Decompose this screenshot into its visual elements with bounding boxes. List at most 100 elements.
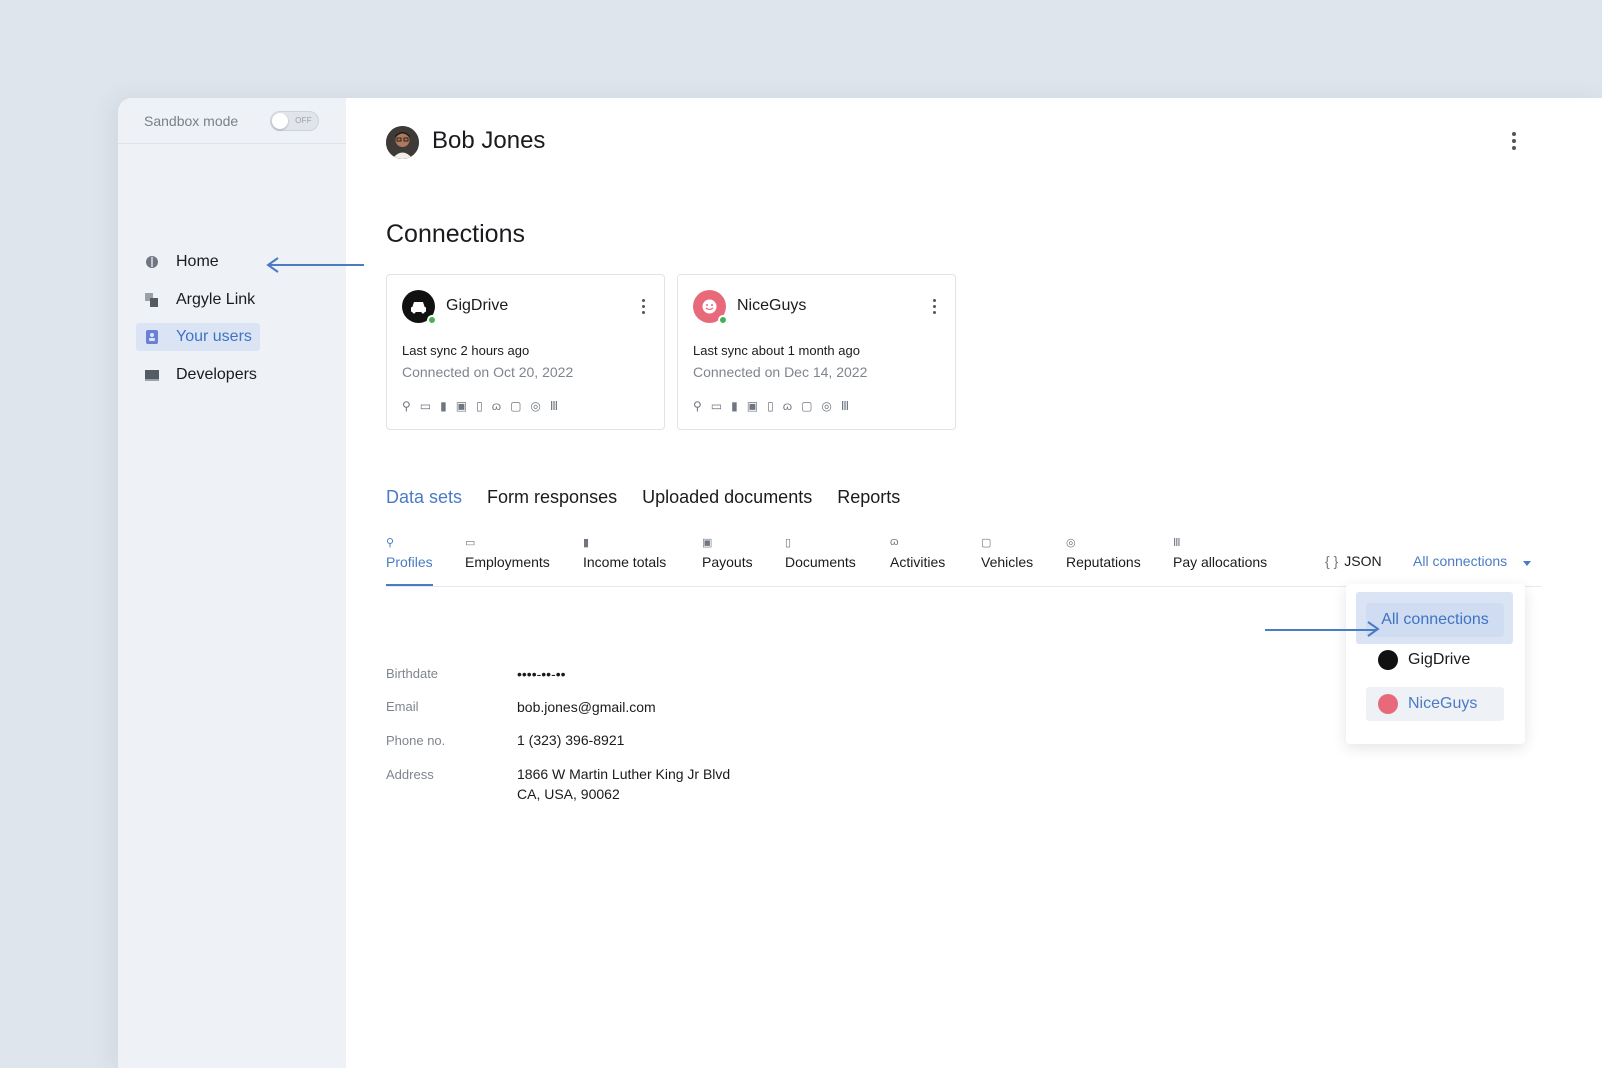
- dropdown-option-gigdrive[interactable]: GigDrive: [1366, 643, 1504, 677]
- tab-form-responses[interactable]: Form responses: [487, 487, 617, 508]
- tab-payouts[interactable]: ▣ Payouts: [702, 536, 753, 570]
- connection-filter-select[interactable]: All connections: [1413, 553, 1507, 569]
- sandbox-mode-label: Sandbox mode: [144, 112, 239, 129]
- field-label-email: Email: [386, 699, 419, 714]
- sandbox-toggle[interactable]: OFF: [270, 111, 319, 131]
- laptop-icon: [145, 370, 159, 381]
- connections-dropdown-menu: All connections GigDrive NiceGuys: [1346, 584, 1525, 744]
- connections-title: Connections: [386, 220, 525, 248]
- sidebar-item-label: Your users: [176, 328, 252, 345]
- bicycle-icon: ɷ: [782, 399, 793, 413]
- connection-name: NiceGuys: [737, 297, 807, 314]
- section-tabs: Data sets Form responses Uploaded docume…: [386, 487, 900, 508]
- card-menu-icon[interactable]: [933, 299, 937, 317]
- field-label-birthdate: Birthdate: [386, 666, 439, 681]
- sidebar-item-label: Argyle Link: [176, 291, 256, 308]
- last-sync-text: Last sync 2 hours ago: [402, 343, 530, 358]
- field-value-address-line2: CA, USA, 90062: [517, 786, 620, 802]
- field-value-email: bob.jones@gmail.com: [517, 699, 656, 715]
- document-icon: ▯: [767, 399, 774, 413]
- car-icon: [1378, 650, 1398, 670]
- field-label-phone: Phone no.: [386, 733, 446, 748]
- connected-date: Connected on Oct 20, 2022: [402, 364, 574, 380]
- connection-card-gigdrive[interactable]: GigDrive Last sync 2 hours ago Connected…: [386, 274, 665, 430]
- tab-label: Activities: [890, 554, 946, 570]
- tab-income-totals[interactable]: ▮ Income totals: [583, 536, 666, 570]
- tab-vehicles[interactable]: ▢ Vehicles: [981, 536, 1033, 570]
- json-label: JSON: [1344, 553, 1382, 569]
- json-button[interactable]: { } JSON: [1325, 553, 1382, 569]
- dataset-icons: ⚲ ▭ ▮ ▣ ▯ ɷ ▢ ◎ Ⅲ: [402, 399, 558, 413]
- toggle-knob: [272, 113, 288, 129]
- bar-chart-icon: ▮: [440, 399, 447, 413]
- dropdown-option-niceguys[interactable]: NiceGuys: [1366, 687, 1504, 721]
- tab-label: Reputations: [1066, 554, 1141, 570]
- briefcase-icon: ▭: [710, 399, 723, 413]
- field-value-address-line1: 1866 W Martin Luther King Jr Blvd: [517, 766, 731, 782]
- sidebar-item-home[interactable]: Home: [136, 248, 260, 276]
- user-photo: [386, 126, 419, 159]
- tab-data-sets[interactable]: Data sets: [386, 487, 462, 508]
- bar-chart-icon: ▮: [583, 537, 590, 549]
- bar-chart-icon: ▮: [731, 399, 738, 413]
- car-icon: ▢: [510, 399, 522, 413]
- link-icon: [145, 293, 158, 307]
- tab-activities[interactable]: ɷ Activities: [890, 536, 945, 570]
- tab-pay-allocations[interactable]: Ⅲ Pay allocations: [1173, 536, 1267, 570]
- tab-label: Documents: [785, 554, 856, 570]
- profile-icon: ⚲: [693, 399, 702, 413]
- field-value-birthdate: ••••-••-••: [517, 666, 566, 682]
- profile-icon: ⚲: [402, 399, 411, 413]
- annotation-arrow-your-users: [268, 264, 364, 266]
- bank-icon: Ⅲ: [1173, 537, 1181, 549]
- chevron-down-icon[interactable]: [1523, 561, 1531, 566]
- money-icon: ▣: [702, 537, 713, 549]
- money-icon: ▣: [746, 399, 759, 413]
- badge-icon: ◎: [530, 399, 541, 413]
- tab-reports[interactable]: Reports: [837, 487, 900, 508]
- tab-label: Profiles: [386, 554, 433, 570]
- document-icon: ▯: [785, 537, 792, 549]
- profile-icon: ⚲: [386, 537, 395, 549]
- tab-profiles[interactable]: ⚲ Profiles: [386, 536, 433, 570]
- car-icon: ▢: [801, 399, 813, 413]
- option-label: NiceGuys: [1408, 695, 1478, 712]
- tab-label: Income totals: [583, 554, 667, 570]
- money-icon: ▣: [455, 399, 468, 413]
- tab-label: Payouts: [702, 554, 753, 570]
- field-label-address: Address: [386, 767, 434, 782]
- tab-uploaded-documents[interactable]: Uploaded documents: [642, 487, 812, 508]
- connected-date: Connected on Dec 14, 2022: [693, 364, 868, 380]
- sidebar-item-developers[interactable]: Developers: [136, 361, 260, 389]
- tab-label: Vehicles: [981, 554, 1034, 570]
- tab-label: Pay allocations: [1173, 554, 1268, 570]
- sidebar-item-label: Developers: [176, 366, 257, 383]
- card-menu-icon[interactable]: [642, 299, 646, 317]
- tab-documents[interactable]: ▯ Documents: [785, 536, 856, 570]
- last-sync-text: Last sync about 1 month ago: [693, 343, 860, 358]
- toggle-state-label: OFF: [295, 116, 312, 125]
- online-status-indicator: [427, 315, 437, 325]
- tab-employments[interactable]: ▭ Employments: [465, 536, 550, 570]
- sidebar-item-your-users[interactable]: Your users: [136, 323, 260, 351]
- arrow-left-icon: [266, 257, 279, 273]
- home-icon: [146, 256, 158, 268]
- online-status-indicator: [718, 315, 728, 325]
- car-icon: ▢: [981, 537, 992, 549]
- bicycle-icon: ɷ: [890, 536, 899, 548]
- more-options-icon[interactable]: [1512, 132, 1516, 153]
- bank-icon: Ⅲ: [840, 399, 850, 413]
- sidebar: Sandbox mode OFF Home Argyle Link Your u…: [118, 98, 346, 1068]
- tab-label: Employments: [465, 554, 550, 570]
- connection-name: GigDrive: [446, 297, 509, 314]
- connection-card-niceguys[interactable]: NiceGuys Last sync about 1 month ago Con…: [677, 274, 956, 430]
- bank-icon: Ⅲ: [549, 399, 559, 413]
- users-icon: [146, 330, 158, 344]
- field-value-phone: 1 (323) 396-8921: [517, 732, 625, 748]
- braces-icon: { }: [1325, 553, 1339, 569]
- dropdown-option-all-connections[interactable]: All connections: [1366, 603, 1504, 637]
- sidebar-item-argyle-link[interactable]: Argyle Link: [136, 286, 260, 314]
- tab-reputations[interactable]: ◎ Reputations: [1066, 536, 1141, 570]
- page-title: Bob Jones: [432, 127, 546, 154]
- dataset-icons: ⚲ ▭ ▮ ▣ ▯ ɷ ▢ ◎ Ⅲ: [693, 399, 849, 413]
